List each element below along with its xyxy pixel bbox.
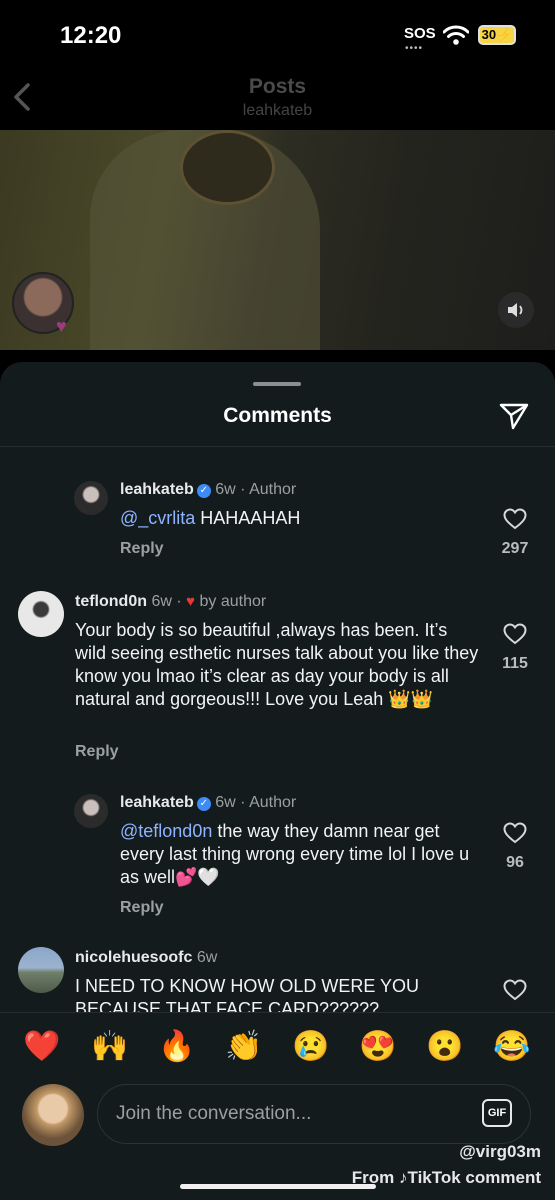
comments-sheet: Comments leahkateb ✓ 6w · Author @_cvrlit…: [0, 362, 555, 1200]
verified-badge-icon: ✓: [196, 797, 211, 811]
raising-hands-emoji-button[interactable]: 🙌: [90, 1029, 130, 1064]
wifi-icon: [443, 25, 469, 45]
gif-button[interactable]: GIF: [482, 1099, 512, 1127]
meta-sep: ·: [235, 481, 250, 498]
sos-indicator: SOS: [404, 25, 436, 42]
comment-time: 6w: [196, 949, 218, 966]
comment-text: @teflond0n the way they damn near get ev…: [120, 820, 480, 889]
heart-like-icon[interactable]: [503, 822, 527, 844]
username[interactable]: nicolehuesoofc: [75, 949, 192, 966]
shirt-graphic: [180, 130, 275, 205]
comment-text: Your body is so beautiful ,always has be…: [75, 620, 479, 709]
posts-header: Posts leahkateb: [0, 70, 555, 130]
heart-like-icon[interactable]: [503, 623, 527, 645]
heart-like-icon[interactable]: [503, 508, 527, 530]
avatar[interactable]: [18, 591, 64, 637]
heart-icon: ♥: [56, 316, 67, 336]
reply-button[interactable]: Reply: [75, 743, 119, 761]
fire-emoji-button[interactable]: 🔥: [157, 1029, 197, 1064]
mention-link[interactable]: @_cvrlita: [120, 508, 195, 528]
like-count: 96: [506, 854, 524, 871]
clock: 12:20: [60, 22, 122, 49]
meta-sep: ·: [171, 593, 187, 610]
avatar[interactable]: [18, 947, 64, 993]
red-heart-emoji-button[interactable]: ❤️: [22, 1029, 62, 1064]
comment-time: 6w: [215, 481, 236, 498]
surprised-emoji-button[interactable]: 😮: [425, 1029, 465, 1064]
my-avatar: [22, 1084, 84, 1146]
video-preview[interactable]: ♥: [0, 130, 555, 350]
username[interactable]: teflond0n: [75, 593, 147, 610]
comments-list[interactable]: leahkateb ✓ 6w · Author @_cvrlita HAHAAHA…: [0, 447, 555, 1012]
laughing-emoji-button[interactable]: 😂: [492, 1029, 532, 1064]
meta-sep: ·: [235, 794, 250, 811]
username[interactable]: leahkateb: [120, 481, 194, 498]
mention-link[interactable]: @teflond0n: [120, 821, 212, 841]
comment-item: teflond0n 6w · ♥ by author Your body is …: [0, 587, 555, 787]
comment-input[interactable]: [97, 1084, 531, 1144]
comment-time: 6w: [151, 593, 172, 610]
comment-reply: leahkateb ✓ 6w · Author @_cvrlita HAHAAHA…: [0, 477, 555, 587]
comment-header: leahkateb ✓ 6w · Author: [120, 794, 296, 812]
comment-text: I NEED TO KNOW HOW OLD WERE YOU BECAUSE …: [75, 976, 420, 1012]
share-send-icon[interactable]: [498, 400, 530, 432]
like-count: 297: [501, 540, 529, 557]
author-tag: Author: [249, 794, 297, 811]
comment-reply: leahkateb ✓ 6w · Author @teflond0n the wa…: [0, 790, 555, 930]
sheet-grabber[interactable]: [253, 382, 301, 386]
comment-time: 6w: [215, 794, 236, 811]
comment-body: HAHAAHAH: [195, 508, 301, 528]
page-title: Posts: [248, 75, 307, 98]
comment-text: @_cvrlita HAHAAHAH: [120, 507, 480, 530]
watermark-source: From ♪TikTok comment: [351, 1168, 541, 1187]
home-indicator[interactable]: [180, 1184, 376, 1189]
heart-eyes-emoji-button[interactable]: 😍: [358, 1029, 398, 1064]
liked-by-author-tag: by author: [199, 593, 267, 610]
crying-emoji-button[interactable]: 😢: [291, 1029, 331, 1064]
signal-dots: ••••: [405, 43, 424, 54]
watermark-user: @virg03m: [459, 1142, 541, 1161]
status-bar: 12:20 SOS •••• 30⚡: [0, 0, 555, 70]
avatar[interactable]: [74, 481, 108, 515]
author-tag: Author: [249, 481, 297, 498]
verified-badge-icon: ✓: [196, 484, 211, 498]
comment-item: nicolehuesoofc 6w I NEED TO KNOW HOW OLD…: [0, 943, 555, 1012]
liked-by-author-heart-icon: ♥: [186, 593, 196, 610]
comment-header: leahkateb ✓ 6w · Author: [120, 481, 296, 499]
reply-button[interactable]: Reply: [120, 899, 164, 917]
heart-like-icon[interactable]: [503, 979, 527, 1001]
comment-header: teflond0n 6w · ♥ by author: [75, 593, 266, 611]
page-subtitle: leahkateb: [242, 102, 313, 119]
battery-icon: 30⚡: [478, 25, 516, 45]
username[interactable]: leahkateb: [120, 794, 194, 811]
avatar[interactable]: [74, 794, 108, 828]
comment-header: nicolehuesoofc 6w: [75, 949, 217, 967]
like-count: 115: [502, 655, 528, 672]
reply-button[interactable]: Reply: [120, 540, 164, 558]
sheet-title: Comments: [223, 404, 332, 427]
battery-level: 30: [481, 27, 497, 42]
speaker-icon[interactable]: [498, 292, 534, 328]
quick-reactions-bar: ❤️ 🙌 🔥 👏 😢 😍 😮 😂: [0, 1012, 555, 1082]
clapping-emoji-button[interactable]: 👏: [224, 1029, 264, 1064]
